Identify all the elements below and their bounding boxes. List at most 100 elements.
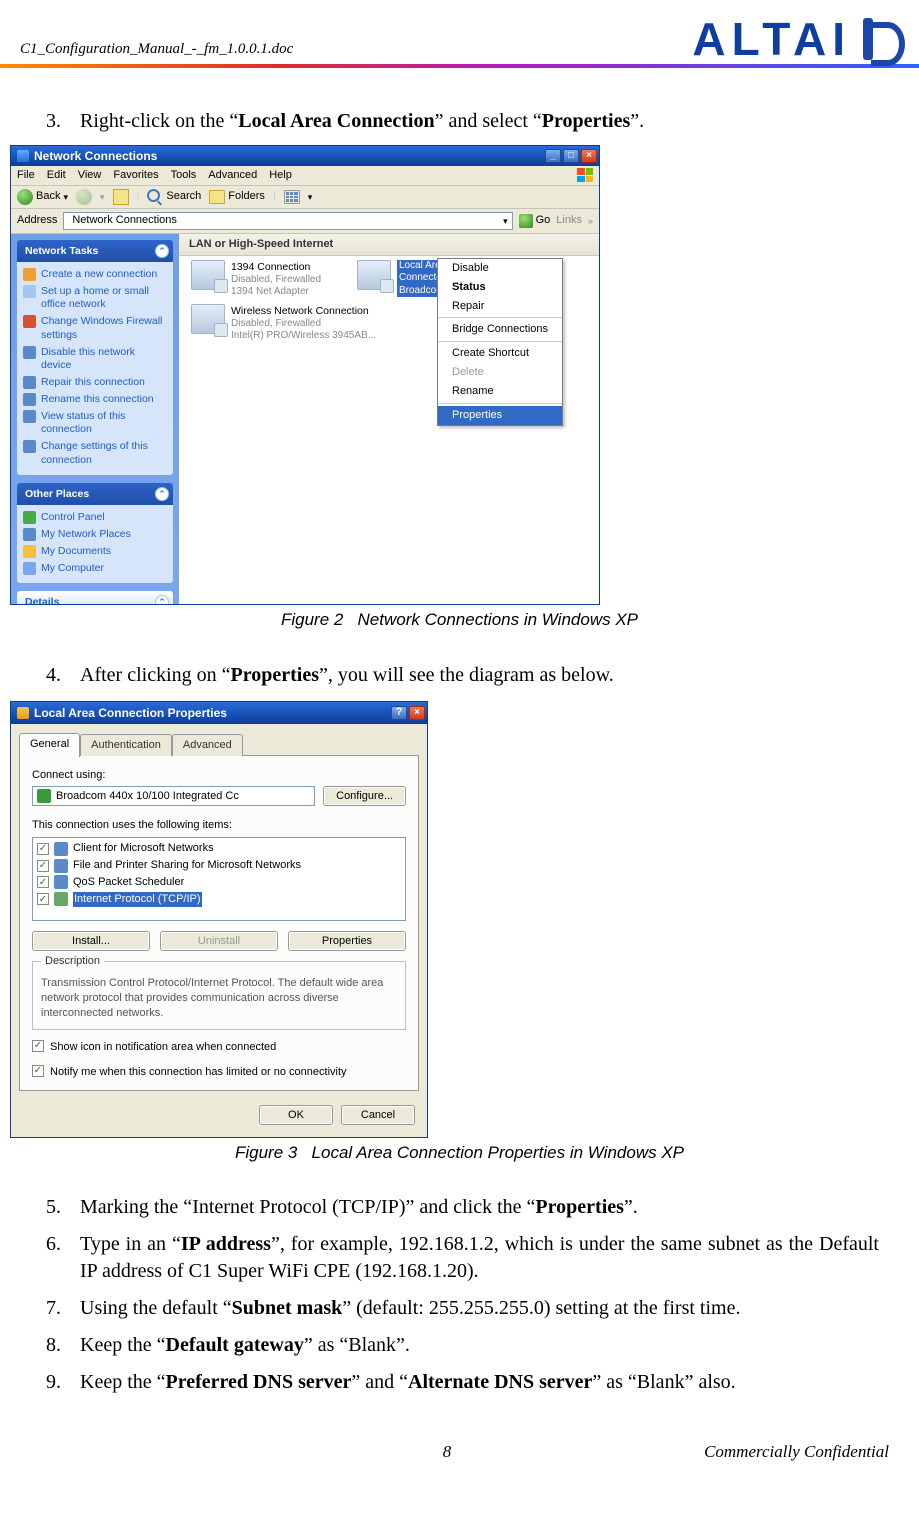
step3-b2: Properties (542, 110, 631, 132)
address-label: Address (17, 213, 57, 228)
s6b1: IP address (181, 1233, 271, 1255)
collapse-icon[interactable]: ⌃ (155, 244, 169, 258)
component-qos[interactable]: ✓QoS Packet Scheduler (33, 874, 405, 891)
details-header[interactable]: Details⌃ (17, 591, 173, 604)
s7pre: Using the default “ (80, 1297, 232, 1319)
maximize-button[interactable]: □ (563, 149, 579, 163)
cancel-button[interactable]: Cancel (341, 1105, 415, 1125)
menu-file[interactable]: File (17, 168, 35, 183)
tab-authentication[interactable]: Authentication (80, 734, 172, 756)
checkbox-icon[interactable]: ✓ (37, 843, 49, 855)
component-file-sharing[interactable]: ✓File and Printer Sharing for Microsoft … (33, 857, 405, 874)
close-button[interactable]: × (409, 706, 425, 720)
option-notify-limited[interactable]: ✓Notify me when this connection has limi… (32, 1065, 406, 1080)
back-button[interactable]: Back ▾ (17, 189, 68, 205)
install-button[interactable]: Install... (32, 931, 150, 951)
search-button[interactable]: Search (147, 189, 201, 205)
connection-1394[interactable]: 1394 Connection Disabled, Firewalled 139… (191, 260, 321, 297)
tab-general[interactable]: General (19, 733, 80, 757)
addressbar: Address Network Connections ▾ Go Links» (11, 209, 599, 234)
control-panel-icon (23, 511, 36, 524)
component-label: Internet Protocol (TCP/IP) (73, 892, 202, 907)
menu-tools[interactable]: Tools (171, 168, 197, 183)
back-dropdown[interactable]: ▾ (63, 191, 68, 203)
ctx-shortcut[interactable]: Create Shortcut (438, 344, 562, 363)
step-6: Type in an “IP address”, for example, 19… (80, 1231, 879, 1285)
view-dropdown[interactable]: ▾ (308, 191, 313, 203)
up-button[interactable] (113, 189, 129, 205)
collapse-icon[interactable]: ⌃ (155, 487, 169, 501)
task-change-settings[interactable]: Change settings of this connection (23, 438, 167, 468)
task-setup-network[interactable]: Set up a home or small office network (23, 283, 167, 313)
adapter-icon (37, 789, 51, 803)
forward-button[interactable] (76, 189, 92, 205)
option-show-icon[interactable]: ✓ Show icon in notification area when con… (32, 1040, 406, 1055)
ctx-disable[interactable]: Disable (438, 259, 562, 278)
components-listbox[interactable]: ✓Client for Microsoft Networks ✓File and… (32, 837, 406, 921)
task-repair[interactable]: Repair this connection (23, 374, 167, 391)
properties-button[interactable]: Properties (288, 931, 406, 951)
other-my-documents[interactable]: My Documents (23, 543, 167, 560)
ok-button[interactable]: OK (259, 1105, 333, 1125)
other-places-header[interactable]: Other Places⌃ (17, 483, 173, 505)
configure-button[interactable]: Configure... (323, 786, 406, 806)
menu-help[interactable]: Help (269, 168, 292, 183)
links-label[interactable]: Links (556, 213, 582, 228)
checkbox-icon[interactable]: ✓ (37, 893, 49, 905)
component-tcpip-selected[interactable]: ✓ Internet Protocol (TCP/IP) (33, 891, 405, 908)
context-menu: Disable Status Repair Bridge Connections… (437, 258, 563, 426)
protocol-icon (54, 892, 68, 906)
menu-edit[interactable]: Edit (47, 168, 66, 183)
view-button[interactable] (284, 190, 300, 204)
other-label: My Network Places (41, 528, 131, 541)
menu-view[interactable]: View (78, 168, 102, 183)
other-my-computer[interactable]: My Computer (23, 560, 167, 577)
go-label: Go (536, 213, 551, 228)
task-rename[interactable]: Rename this connection (23, 391, 167, 408)
option-label: Show icon in notification area when conn… (50, 1040, 276, 1055)
menu-advanced[interactable]: Advanced (208, 168, 257, 183)
address-value: Network Connections (72, 213, 177, 228)
fig2-text: Network Connections in Windows XP (358, 610, 638, 629)
task-label: Repair this connection (41, 376, 145, 389)
folders-button[interactable]: Folders (209, 189, 265, 204)
task-create-connection[interactable]: Create a new connection (23, 266, 167, 283)
other-control-panel[interactable]: Control Panel (23, 509, 167, 526)
titlebar: Network Connections _ □ × (11, 146, 599, 166)
go-button[interactable]: Go (519, 213, 551, 228)
adapter-field[interactable]: Broadcom 440x 10/100 Integrated Cc (32, 786, 315, 806)
close-button[interactable]: × (581, 149, 597, 163)
s6pre: Type in an “ (80, 1233, 181, 1255)
ctx-rename[interactable]: Rename (438, 382, 562, 401)
ctx-bridge[interactable]: Bridge Connections (438, 320, 562, 339)
task-firewall[interactable]: Change Windows Firewall settings (23, 313, 167, 343)
group-header: LAN or High-Speed Internet (179, 234, 599, 256)
fig2-label: Figure 2 (281, 610, 343, 629)
component-client[interactable]: ✓Client for Microsoft Networks (33, 840, 405, 857)
network-adapter-icon (357, 260, 391, 290)
address-field[interactable]: Network Connections ▾ (63, 212, 512, 230)
collapse-icon[interactable]: ⌃ (155, 595, 169, 604)
forward-dropdown[interactable]: ▾ (100, 191, 105, 203)
help-button[interactable]: ? (391, 706, 407, 720)
other-network-places[interactable]: My Network Places (23, 526, 167, 543)
ctx-status[interactable]: Status (438, 278, 562, 297)
task-disable[interactable]: Disable this network device (23, 344, 167, 374)
menu-favorites[interactable]: Favorites (113, 168, 158, 183)
task-label: View status of this connection (41, 410, 167, 436)
task-view-status[interactable]: View status of this connection (23, 408, 167, 438)
checkbox-icon[interactable]: ✓ (37, 876, 49, 888)
checkbox-icon[interactable]: ✓ (37, 860, 49, 872)
page-number: 8 (190, 1442, 704, 1462)
ctx-properties[interactable]: Properties (438, 406, 562, 425)
ctx-repair[interactable]: Repair (438, 297, 562, 316)
tab-advanced[interactable]: Advanced (172, 734, 243, 756)
s9b1: Preferred DNS server (166, 1371, 352, 1393)
checkbox-icon[interactable]: ✓ (32, 1040, 44, 1052)
minimize-button[interactable]: _ (545, 149, 561, 163)
connection-wireless[interactable]: Wireless Network Connection Disabled, Fi… (191, 304, 376, 341)
address-dropdown-icon[interactable]: ▾ (503, 215, 508, 227)
checkbox-icon[interactable]: ✓ (32, 1065, 44, 1077)
network-tasks-header[interactable]: Network Tasks⌃ (17, 240, 173, 262)
service-icon (54, 875, 68, 889)
